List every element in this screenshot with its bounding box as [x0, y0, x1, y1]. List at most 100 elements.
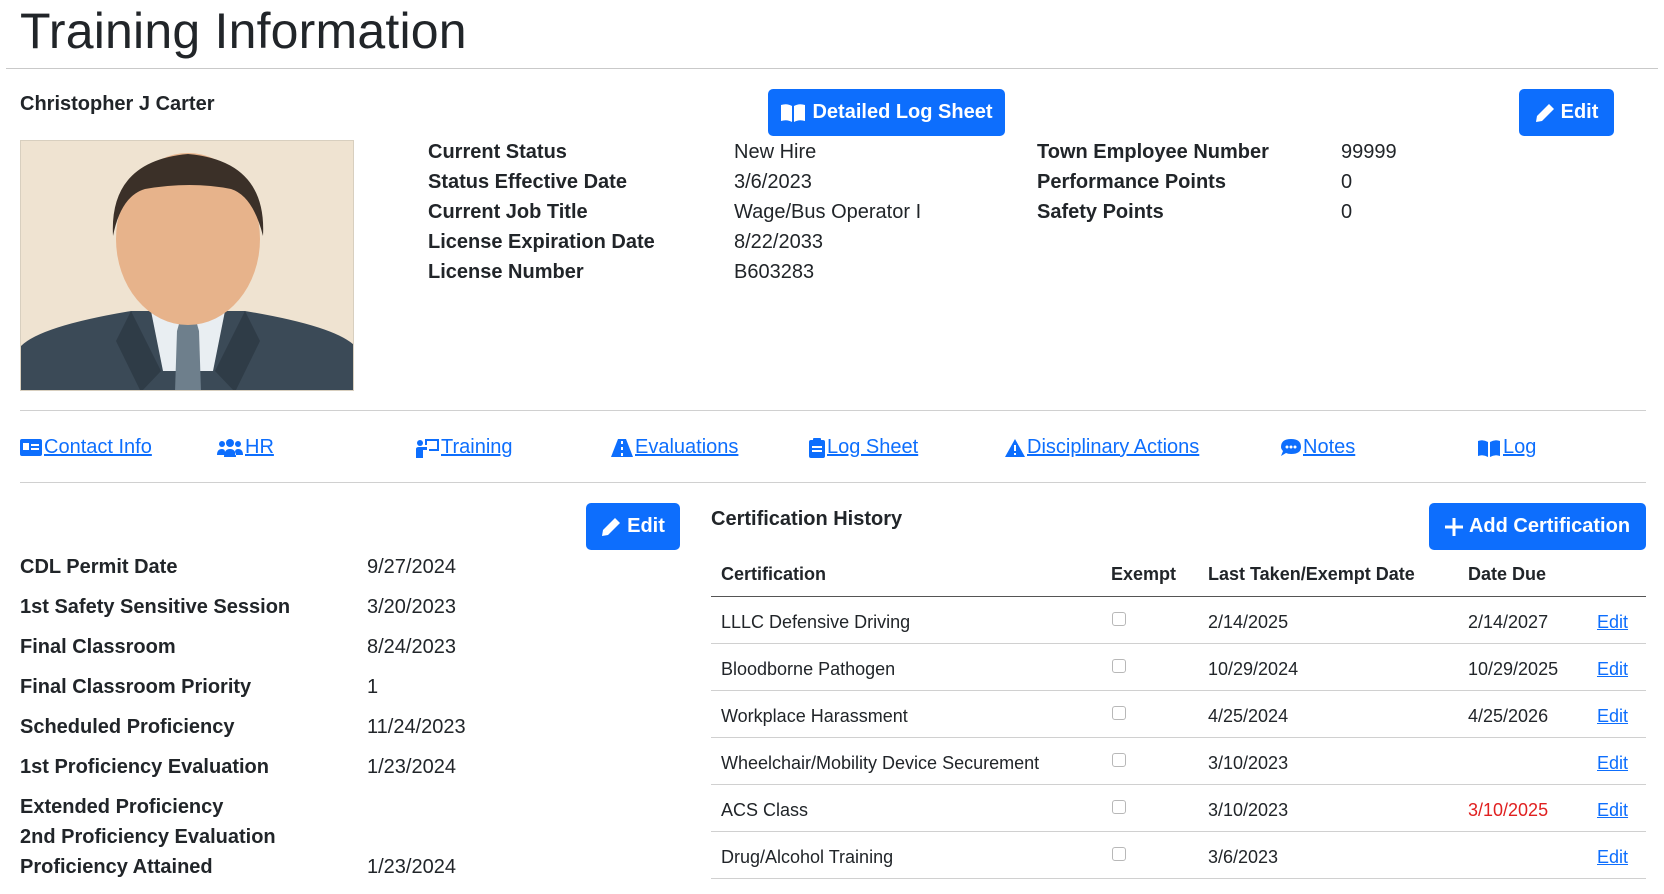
- nav-log-sheet[interactable]: Log Sheet: [809, 436, 918, 459]
- cert-edit-link[interactable]: Edit: [1597, 659, 1628, 680]
- plus-icon: [1444, 517, 1463, 536]
- nav-training[interactable]: Training: [415, 436, 513, 459]
- cert-date-due: 10/29/2025: [1468, 659, 1559, 679]
- proficiency-attained-value: 1/23/2024: [367, 856, 456, 878]
- first-safety-session-value: 3/20/2023: [367, 596, 456, 618]
- nav-hr[interactable]: HR: [217, 436, 274, 459]
- cert-edit-link[interactable]: Edit: [1597, 800, 1628, 821]
- nav-bottom-divider: [20, 482, 1646, 483]
- exempt-checkbox[interactable]: [1112, 800, 1126, 814]
- id-card-icon: [20, 439, 42, 456]
- col-certification: Certification: [721, 564, 827, 584]
- cert-edit-link[interactable]: Edit: [1597, 706, 1628, 727]
- nav-hr-label: HR: [245, 436, 274, 458]
- exempt-checkbox[interactable]: [1112, 612, 1126, 626]
- exempt-checkbox[interactable]: [1112, 847, 1126, 861]
- cert-last-taken: 2/14/2025: [1208, 612, 1289, 632]
- col-date-due: Date Due: [1468, 564, 1547, 584]
- final-classroom-priority-value: 1: [367, 676, 379, 698]
- nav-disciplinary-actions-label: Disciplinary Actions: [1027, 436, 1200, 458]
- nav-contact-info[interactable]: Contact Info: [20, 436, 152, 459]
- town-employee-number-value: 99999: [1341, 141, 1397, 163]
- nav-evaluations-label: Evaluations: [635, 436, 739, 458]
- exempt-checkbox[interactable]: [1112, 706, 1126, 720]
- exempt-checkbox[interactable]: [1112, 753, 1126, 767]
- table-row-divider: [711, 831, 1646, 832]
- book-open-icon: [1478, 439, 1500, 457]
- first-safety-session-label: 1st Safety Sensitive Session: [20, 596, 291, 618]
- cert-name: Bloodborne Pathogen: [721, 659, 896, 679]
- current-job-title-value: Wage/Bus Operator I: [734, 201, 922, 223]
- proficiency-attained-label: Proficiency Attained: [20, 856, 213, 878]
- nav-notes-label: Notes: [1303, 436, 1356, 458]
- cert-edit-link[interactable]: Edit: [1597, 753, 1628, 774]
- cert-name: ACS Class: [721, 800, 809, 820]
- license-number-value: B603283: [734, 261, 815, 283]
- cert-edit-link[interactable]: Edit: [1597, 612, 1628, 633]
- status-effective-date-label: Status Effective Date: [428, 171, 627, 193]
- nav-evaluations[interactable]: Evaluations: [611, 436, 738, 459]
- cert-last-taken: 10/29/2024: [1208, 659, 1299, 679]
- license-number-label: License Number: [428, 261, 584, 283]
- chalkboard-teacher-icon: [416, 438, 439, 458]
- final-classroom-value: 8/24/2023: [367, 636, 456, 658]
- final-classroom-priority-label: Final Classroom Priority: [20, 676, 252, 698]
- table-row-divider: [711, 737, 1646, 738]
- edit-training-button[interactable]: Edit: [586, 503, 680, 550]
- nav-training-label: Training: [441, 436, 513, 458]
- current-status-value: New Hire: [734, 141, 817, 163]
- detailed-log-sheet-button[interactable]: Detailed Log Sheet: [768, 89, 1005, 136]
- certification-history-title: Certification History: [711, 508, 903, 530]
- comment-dots-icon: [1281, 438, 1301, 456]
- add-certification-label: Add Certification: [1468, 515, 1631, 537]
- table-row-divider: [711, 878, 1646, 879]
- edit-training-label: Edit: [627, 515, 665, 537]
- cert-name: LLLC Defensive Driving: [721, 612, 911, 632]
- cert-last-taken: 3/10/2023: [1208, 800, 1289, 820]
- cert-name: Drug/Alcohol Training: [721, 847, 894, 867]
- nav-log-sheet-label: Log Sheet: [827, 436, 919, 458]
- warning-icon: [1005, 438, 1025, 457]
- table-row-divider: [711, 690, 1646, 691]
- add-certification-button[interactable]: Add Certification: [1429, 503, 1646, 550]
- cert-last-taken: 4/25/2024: [1208, 706, 1289, 726]
- nav-notes[interactable]: Notes: [1281, 436, 1355, 459]
- nav-contact-info-label: Contact Info: [44, 436, 152, 458]
- town-employee-number-label: Town Employee Number: [1037, 141, 1269, 163]
- current-job-title-label: Current Job Title: [428, 201, 588, 223]
- nav-disciplinary-actions[interactable]: Disciplinary Actions: [1005, 436, 1199, 459]
- status-effective-date-value: 3/6/2023: [734, 171, 812, 193]
- edit-employee-button[interactable]: Edit: [1519, 89, 1614, 136]
- edit-employee-label: Edit: [1560, 101, 1599, 123]
- page-title: Training Information: [20, 3, 467, 59]
- cert-last-taken: 3/6/2023: [1208, 847, 1279, 867]
- safety-points-value: 0: [1341, 201, 1353, 223]
- performance-points-value: 0: [1341, 171, 1353, 193]
- cert-date-due: 2/14/2027: [1468, 612, 1549, 632]
- pencil-icon: [602, 517, 621, 536]
- scheduled-proficiency-value: 11/24/2023: [367, 716, 466, 738]
- nav-log-label: Log: [1503, 436, 1537, 458]
- col-exempt: Exempt: [1111, 564, 1177, 584]
- license-expiration-date-label: License Expiration Date: [428, 231, 655, 253]
- exempt-checkbox[interactable]: [1112, 659, 1126, 673]
- cert-edit-link[interactable]: Edit: [1597, 847, 1628, 868]
- scheduled-proficiency-label: Scheduled Proficiency: [20, 716, 235, 738]
- first-proficiency-eval-value: 1/23/2024: [367, 756, 456, 778]
- table-header-divider: [711, 596, 1646, 597]
- cdl-permit-date-value: 9/27/2024: [367, 556, 456, 578]
- title-divider: [6, 68, 1658, 69]
- detailed-log-sheet-label: Detailed Log Sheet: [812, 101, 993, 123]
- table-row-divider: [711, 784, 1646, 785]
- final-classroom-label: Final Classroom: [20, 636, 176, 658]
- book-open-icon: [781, 103, 806, 122]
- cert-name: Wheelchair/Mobility Device Securement: [721, 753, 1040, 773]
- cert-date-due-overdue: 3/10/2025: [1468, 800, 1549, 820]
- clipboard-icon: [809, 437, 825, 458]
- col-last-taken: Last Taken/Exempt Date: [1208, 564, 1415, 584]
- users-icon: [217, 438, 243, 457]
- table-row-divider: [711, 643, 1646, 644]
- nav-log[interactable]: Log: [1477, 436, 1536, 459]
- pencil-icon: [1535, 103, 1554, 122]
- performance-points-label: Performance Points: [1037, 171, 1226, 193]
